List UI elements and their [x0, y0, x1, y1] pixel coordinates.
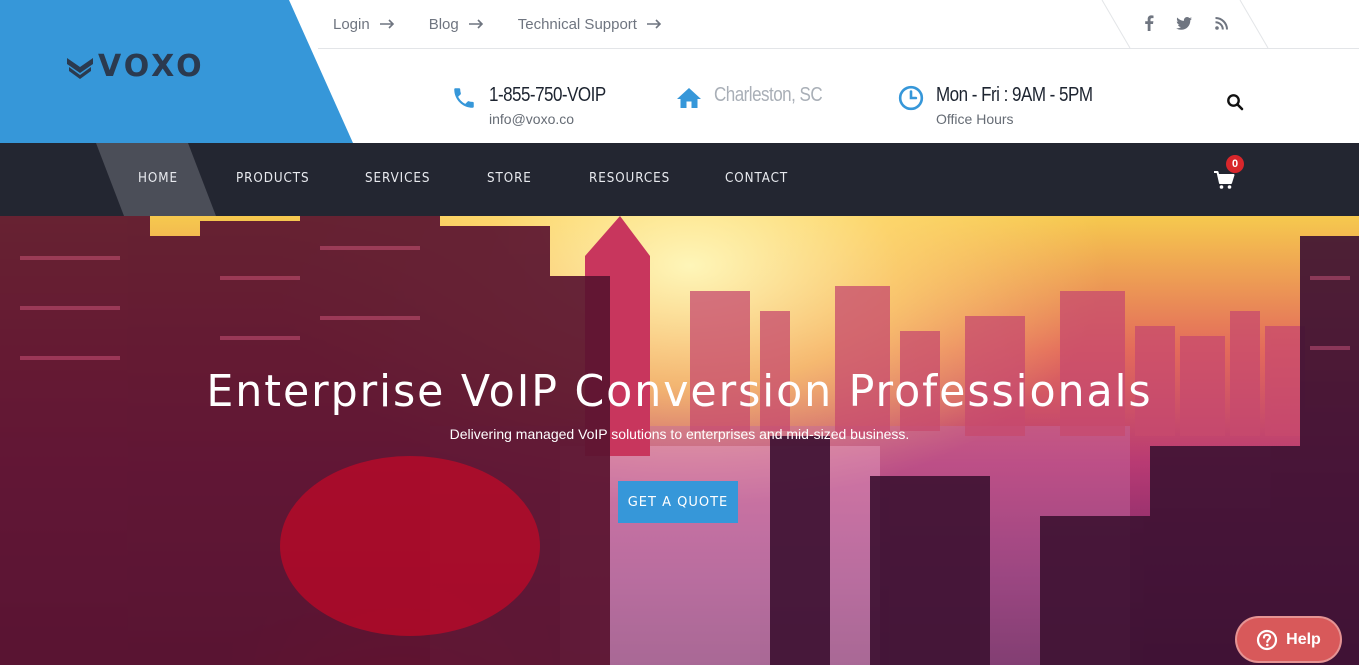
location-text: Charleston, SC: [714, 84, 823, 106]
cart-count-badge: 0: [1226, 155, 1244, 173]
logo-block: VOXO: [0, 0, 353, 143]
header-divider: [318, 48, 1359, 49]
hours-text: Mon - Fri : 9AM - 5PM: [936, 84, 1093, 106]
login-link-label: Login: [333, 15, 370, 33]
email-address[interactable]: info@voxo.co: [489, 110, 626, 128]
nav-item-resources[interactable]: RESOURCES: [589, 171, 670, 186]
brand-logo[interactable]: VOXO: [66, 52, 205, 82]
hero-section: Enterprise VoIP Conversion Professionals…: [0, 216, 1359, 665]
social-links: [1100, 0, 1270, 48]
phone-info: 1-855-750-VOIP info@voxo.co: [451, 82, 626, 128]
nav-item-products[interactable]: PRODUCTS: [236, 171, 310, 186]
cart-icon[interactable]: [1213, 170, 1235, 190]
logo-chevron-icon: [67, 58, 93, 79]
arrow-right-icon: [646, 19, 662, 29]
help-label: Help: [1286, 630, 1321, 648]
location-info: Charleston, SC: [676, 82, 841, 111]
brand-name: VOXO: [98, 49, 205, 84]
twitter-icon[interactable]: [1175, 14, 1193, 32]
search-icon[interactable]: [1226, 93, 1244, 111]
clock-icon: [898, 85, 924, 111]
nav-active-highlight: [96, 143, 216, 216]
rss-icon[interactable]: [1212, 14, 1230, 32]
nav-item-home[interactable]: HOME: [138, 171, 178, 186]
home-icon: [677, 88, 701, 108]
site-header: VOXO Login Blog Technical Support 1-855-…: [0, 0, 1359, 143]
nav-item-services[interactable]: SERVICES: [365, 171, 430, 186]
hero-title: Enterprise VoIP Conversion Professionals: [206, 366, 1153, 417]
phone-icon: [454, 88, 474, 108]
hours-label: Office Hours: [936, 111, 1014, 127]
facebook-icon[interactable]: [1140, 14, 1158, 32]
help-button[interactable]: Help: [1235, 616, 1342, 663]
get-a-quote-button[interactable]: GET A QUOTE: [618, 481, 738, 523]
main-nav: HOME PRODUCTS SERVICES STORE RESOURCES C…: [0, 143, 1359, 216]
login-link[interactable]: Login: [333, 14, 395, 34]
hero-subtitle: Delivering managed VoIP solutions to ent…: [449, 426, 910, 442]
arrow-right-icon: [379, 19, 394, 29]
phone-number[interactable]: 1-855-750-VOIP: [489, 82, 606, 108]
technical-support-link-label: Technical Support: [517, 15, 637, 33]
nav-item-store[interactable]: STORE: [487, 171, 532, 186]
arrow-right-icon: [468, 19, 483, 29]
question-circle-icon: [1257, 629, 1278, 650]
technical-support-link[interactable]: Technical Support: [518, 14, 662, 34]
blog-link[interactable]: Blog: [429, 14, 484, 34]
blog-link-label: Blog: [428, 15, 459, 33]
nav-item-contact[interactable]: CONTACT: [725, 171, 788, 186]
top-links: Login Blog Technical Support: [333, 14, 696, 34]
hours-info: Mon - Fri : 9AM - 5PM Office Hours: [898, 82, 1120, 128]
